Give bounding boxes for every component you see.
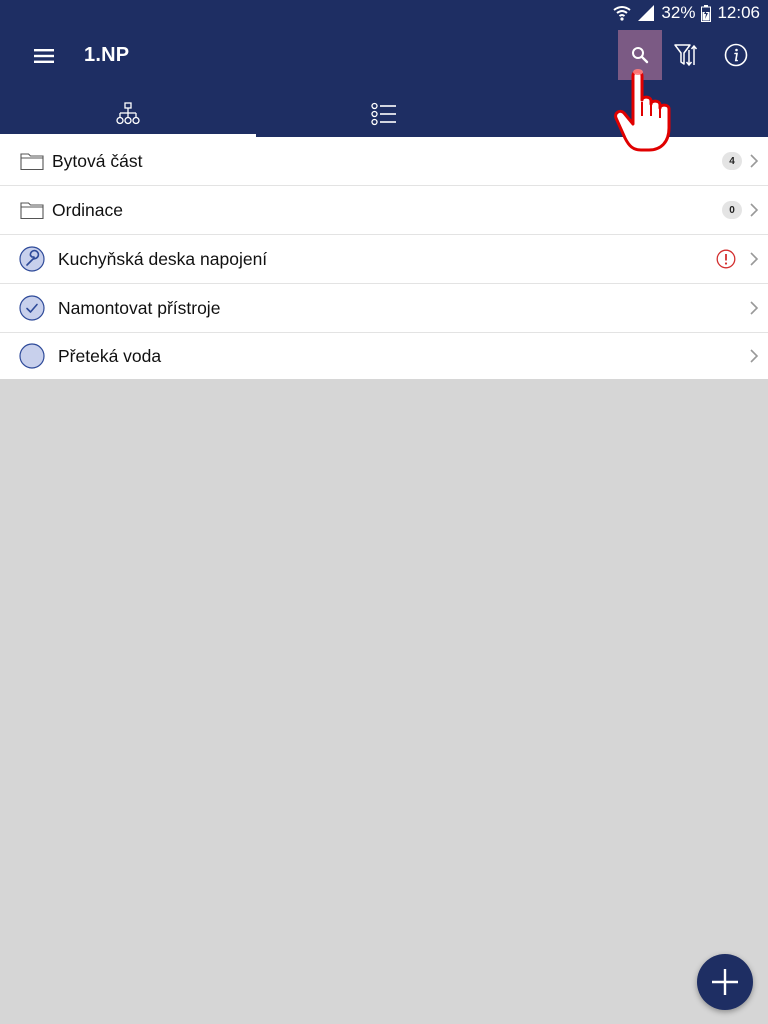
count-badge: 4 (722, 152, 742, 170)
info-icon (724, 43, 748, 67)
pointer-hand-icon (614, 69, 671, 152)
chevron-right-icon (750, 154, 759, 168)
clock: 12:06 (717, 3, 760, 22)
list-item[interactable]: Přeteká voda (0, 333, 768, 379)
item-label: Namontovat přístroje (58, 297, 221, 318)
list-item[interactable]: Namontovat přístroje (0, 284, 768, 333)
count-badge: 0 (722, 201, 742, 219)
filter-icon (674, 44, 698, 67)
list-item[interactable]: Kuchyňská deska napojení (0, 235, 768, 284)
chevron-right-icon (750, 203, 759, 217)
battery-percent: 32% (661, 3, 696, 22)
page-title: 1.NP (84, 44, 130, 66)
folder-icon (19, 148, 45, 174)
check-status-icon (19, 295, 45, 321)
item-list: Bytová část 4 Ordinace 0 Kuchyňská deska… (0, 137, 768, 379)
plus-icon (712, 969, 738, 995)
folder-icon (19, 197, 45, 223)
wifi-icon (613, 6, 632, 21)
tab-list[interactable] (256, 90, 512, 137)
item-label: Přeteká voda (58, 345, 162, 366)
status-bar: 32% 12:06 (613, 0, 768, 26)
open-status-icon (19, 343, 45, 369)
signal-icon (638, 5, 655, 21)
list-item[interactable]: Ordinace 0 (0, 186, 768, 235)
battery-icon (701, 4, 712, 22)
hamburger-icon (34, 49, 54, 63)
warning-icon (716, 249, 736, 269)
item-label: Kuchyňská deska napojení (58, 248, 268, 269)
chevron-right-icon (750, 252, 759, 266)
item-label: Bytová část (52, 150, 143, 171)
item-label: Ordinace (52, 199, 124, 220)
info-button[interactable] (714, 30, 758, 80)
search-icon (632, 47, 649, 64)
chevron-right-icon (750, 301, 759, 315)
menu-button[interactable] (24, 38, 64, 74)
wrench-status-icon (19, 246, 45, 272)
chevron-right-icon (750, 349, 759, 363)
tab-tree[interactable] (0, 90, 256, 137)
hierarchy-icon (116, 101, 140, 124)
add-button[interactable] (697, 954, 753, 1010)
list-icon (371, 102, 396, 125)
